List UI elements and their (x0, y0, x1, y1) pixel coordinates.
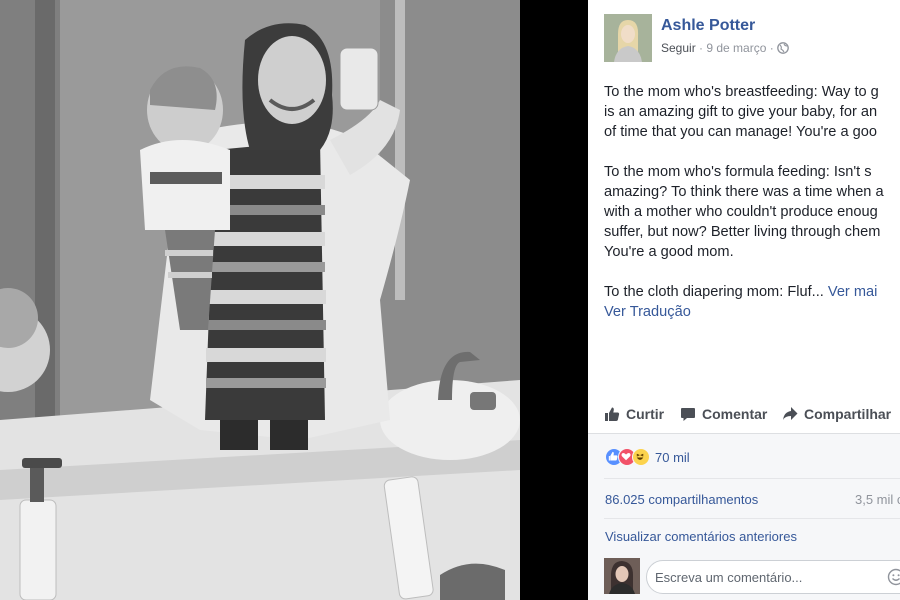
secondary-count: 3,5 mil c (855, 492, 900, 507)
meta-separator-2: · (766, 41, 778, 55)
follow-link[interactable]: Seguir (661, 41, 696, 55)
post-paragraph: To the mom who's breastfeeding: Way to g… (604, 82, 900, 142)
post-line: with a mother who couldn't produce enoug (604, 204, 878, 220)
like-label: Curtir (626, 406, 665, 422)
see-more-link[interactable]: Ver mai (828, 284, 877, 300)
like-button[interactable]: Curtir (604, 406, 664, 422)
comment-button[interactable]: Comentar (680, 406, 767, 422)
divider (604, 518, 900, 519)
view-previous-comments-link[interactable]: Visualizar comentários anteriores (605, 529, 797, 544)
haha-reaction-icon (632, 448, 650, 466)
photo-viewer (0, 0, 588, 600)
shares-count[interactable]: 86.025 compartilhamentos (605, 492, 758, 507)
share-arrow-icon (783, 407, 798, 420)
commenter-avatar-image (604, 558, 640, 594)
post-line: amazing? To think there was a time when … (604, 184, 884, 200)
post-meta: Seguir · 9 de março · (661, 41, 789, 57)
post-date[interactable]: 9 de março (706, 41, 766, 55)
mirror-selfie-illustration (0, 0, 520, 600)
author-avatar[interactable] (604, 14, 652, 62)
meta-separator: · (695, 41, 707, 55)
smiley-icon[interactable] (887, 568, 900, 591)
globe-icon[interactable] (777, 42, 789, 57)
share-label: Compartilhar (804, 406, 892, 422)
feedback-section: 70 mil 86.025 compartilhamentos 3,5 mil … (588, 433, 900, 600)
post-body: To the mom who's breastfeeding: Way to g… (604, 82, 900, 322)
speech-bubble-icon (681, 408, 695, 421)
see-translation-link[interactable]: Ver Tradução (604, 304, 691, 320)
post-photo[interactable] (0, 0, 520, 600)
post-line: To the mom who's breastfeeding: Way to g (604, 84, 879, 100)
post-paragraph: To the mom who's formula feeding: Isn't … (604, 162, 900, 262)
post-line: You're a good mom. (604, 244, 734, 260)
post-line: is an amazing gift to give your baby, fo… (604, 104, 878, 120)
post-line: of time that you can manage! You're a go… (604, 124, 877, 140)
reaction-count[interactable]: 70 mil (655, 450, 690, 465)
commenter-avatar (604, 558, 640, 594)
thumbs-up-icon (605, 407, 620, 421)
divider (604, 478, 900, 479)
author-avatar-image (604, 14, 652, 62)
post-header: Ashle Potter Seguir · 9 de março · (604, 14, 900, 62)
post-panel: Ashle Potter Seguir · 9 de março · To th… (588, 0, 900, 600)
post-actions: Curtir Comentar Compartilhar (604, 400, 900, 430)
post-line: To the mom who's formula feeding: Isn't … (604, 164, 872, 180)
comment-label: Comentar (702, 406, 768, 422)
comment-input[interactable] (655, 567, 875, 587)
post-line: suffer, but now? Better living through c… (604, 224, 881, 240)
share-button[interactable]: Compartilhar (782, 406, 891, 422)
post-truncated-paragraph: To the cloth diapering mom: Fluf... Ver … (604, 282, 900, 322)
comment-box (646, 560, 900, 594)
post-line: To the cloth diapering mom: Fluf... (604, 284, 824, 300)
author-name[interactable]: Ashle Potter (661, 17, 755, 35)
